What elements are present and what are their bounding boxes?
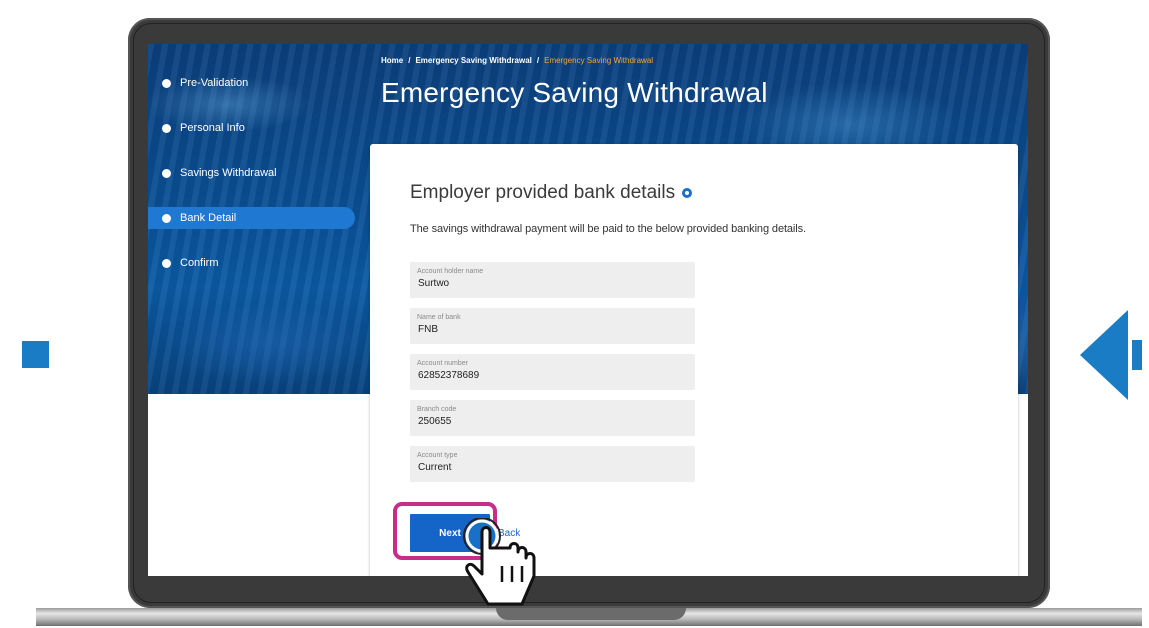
- field-label: Account holder name: [417, 268, 484, 275]
- step-confirm[interactable]: Confirm: [148, 252, 358, 274]
- progress-steps: Pre-Validation Personal Info Savings Wit…: [148, 72, 358, 297]
- step-label: Personal Info: [180, 122, 245, 134]
- field-value: Current: [418, 462, 452, 473]
- hand-cursor-icon: [463, 518, 536, 606]
- field-value: 62852378689: [418, 370, 480, 381]
- breadcrumb-home[interactable]: Home: [381, 56, 403, 65]
- card-title-text: Employer provided bank details: [410, 182, 676, 203]
- account-number-field: Account number 62852378689: [410, 354, 695, 390]
- account-holder-name-field: Account holder name Surtwo: [410, 262, 695, 298]
- step-label: Savings Withdrawal: [180, 167, 277, 179]
- step-savings-withdrawal[interactable]: Savings Withdrawal: [148, 162, 358, 184]
- breadcrumb-separator: /: [408, 56, 411, 65]
- step-dot-icon: [162, 213, 171, 223]
- info-icon[interactable]: [682, 188, 693, 198]
- branch-code-field: Branch code 250655: [410, 400, 695, 436]
- breadcrumb: Home / Emergency Saving Withdrawal / Emergen…: [381, 56, 653, 65]
- step-dot-icon: [162, 258, 171, 268]
- card-description: The savings withdrawal payment will be p…: [410, 223, 806, 235]
- bank-details-card: Employer provided bank details The savin…: [370, 144, 1018, 576]
- field-value: Surtwo: [418, 278, 450, 289]
- field-label: Name of bank: [417, 314, 461, 321]
- breadcrumb-separator: /: [536, 56, 540, 65]
- card-title: Employer provided bank details: [410, 182, 693, 204]
- field-label: Account number: [417, 360, 468, 367]
- decorative-square: [22, 341, 49, 368]
- step-label: Confirm: [180, 257, 219, 269]
- breadcrumb-section[interactable]: Emergency Saving Withdrawal: [415, 56, 531, 65]
- step-label: Bank Detail: [180, 212, 237, 224]
- page-title: Emergency Saving Withdrawal: [381, 77, 768, 108]
- decorative-arrow: [1080, 310, 1142, 400]
- account-type-field: Account type Current: [410, 446, 695, 482]
- step-label: Pre-Validation: [180, 77, 249, 89]
- field-label: Account type: [417, 452, 458, 459]
- step-bank-detail[interactable]: Bank Detail: [148, 207, 355, 229]
- step-dot-icon: [162, 78, 171, 88]
- laptop-screen: Pre-Validation Personal Info Savings Wit…: [148, 44, 1028, 576]
- field-value: FNB: [418, 324, 438, 335]
- step-dot-icon: [162, 168, 171, 178]
- field-value: 250655: [418, 416, 452, 427]
- bank-name-field: Name of bank FNB: [410, 308, 695, 344]
- step-dot-icon: [162, 123, 171, 133]
- breadcrumb-current: Emergency Saving Withdrawal: [544, 56, 654, 65]
- step-pre-validation[interactable]: Pre-Validation: [148, 72, 358, 94]
- step-personal-info[interactable]: Personal Info: [148, 117, 358, 139]
- field-label: Branch code: [417, 406, 457, 413]
